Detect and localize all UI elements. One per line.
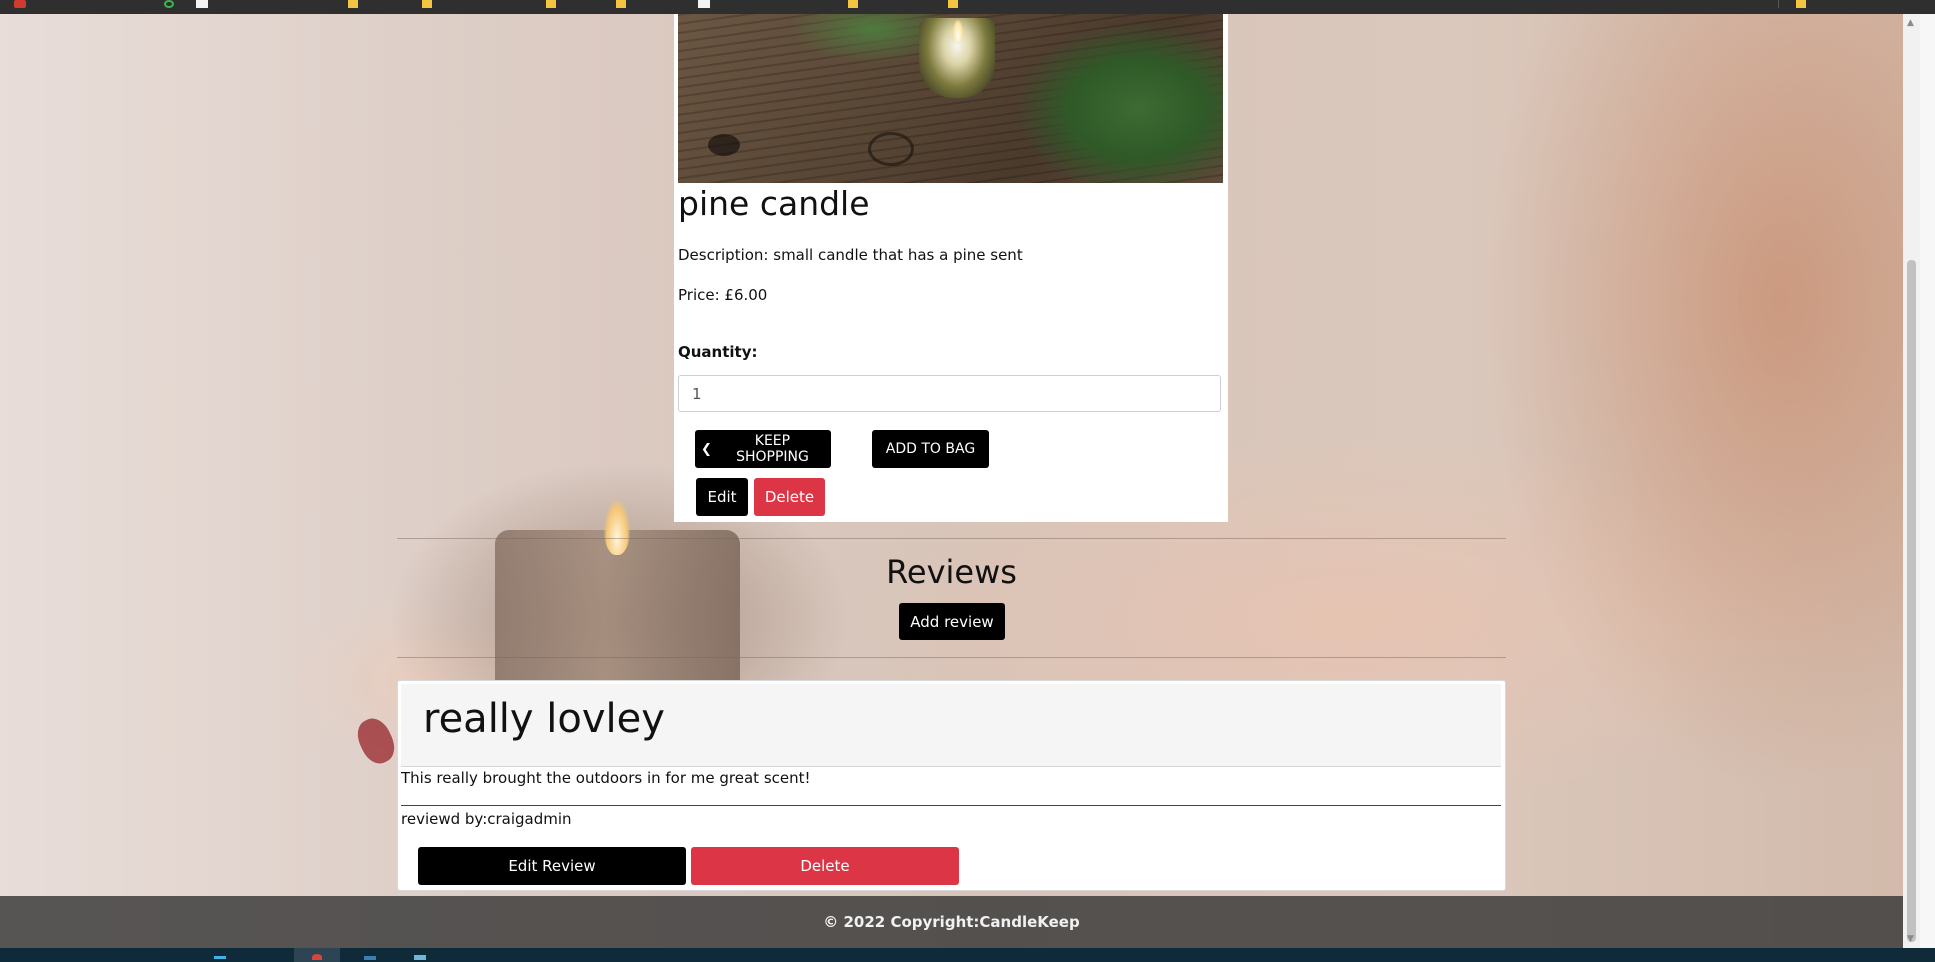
scroll-down-arrow-icon[interactable]: ▼: [1907, 934, 1914, 944]
footer: © 2022 Copyright:CandleKeep: [0, 896, 1903, 948]
taskbar-app-icon[interactable]: [214, 956, 226, 959]
review-title: really lovley: [423, 696, 665, 742]
edit-review-button[interactable]: Edit Review: [418, 847, 686, 885]
chevron-left-icon: ❮: [701, 441, 712, 457]
bookmark-folder-icon[interactable]: [546, 0, 556, 8]
bookmark-folder-icon[interactable]: [422, 0, 432, 8]
bookmark-folder-icon[interactable]: [948, 0, 958, 8]
add-to-bag-button[interactable]: ADD TO BAG: [872, 430, 989, 468]
delete-product-button[interactable]: Delete: [754, 478, 825, 516]
wood-knot: [868, 132, 914, 166]
quantity-label: Quantity:: [678, 343, 758, 361]
scroll-up-arrow-icon[interactable]: ▲: [1907, 18, 1914, 28]
bookmark-folder-icon[interactable]: [348, 0, 358, 8]
product-description: Description: small candle that has a pin…: [678, 246, 1023, 264]
quantity-input[interactable]: [678, 375, 1221, 412]
wood-knot: [708, 134, 740, 156]
page-scrollbar[interactable]: ▲ ▼: [1903, 14, 1920, 948]
review-header: really lovley: [401, 684, 1501, 767]
review-body: This really brought the outdoors in for …: [401, 769, 811, 787]
bookmark-page-icon[interactable]: [196, 0, 208, 8]
keep-shopping-button[interactable]: ❮ KEEP SHOPPING: [695, 430, 831, 468]
os-taskbar: [0, 948, 1935, 962]
footer-copyright: © 2022 Copyright:CandleKeep: [823, 913, 1080, 931]
scrollbar-thumb[interactable]: [1907, 260, 1916, 942]
pine-branch: [1018, 24, 1223, 183]
bookmark-page-icon[interactable]: [698, 0, 710, 8]
keep-shopping-label: KEEP SHOPPING: [736, 433, 809, 465]
taskbar-app-icon[interactable]: [414, 955, 426, 960]
bookmark-icon[interactable]: [14, 0, 26, 8]
delete-review-button[interactable]: Delete: [691, 847, 959, 885]
window-edge: [1920, 14, 1935, 948]
taskbar-app-icon[interactable]: [312, 954, 322, 960]
bookmark-divider: [1778, 0, 1779, 8]
product-price: Price: £6.00: [678, 286, 768, 304]
product-detail-card: pine candle Description: small candle th…: [674, 14, 1228, 522]
divider: [397, 657, 1506, 658]
browser-bookmarks-strip: [0, 0, 1935, 14]
edit-product-button[interactable]: Edit: [696, 478, 748, 516]
divider: [397, 538, 1506, 539]
product-name: pine candle: [678, 184, 870, 223]
bookmark-folder-icon[interactable]: [848, 0, 858, 8]
review-divider: [401, 805, 1501, 806]
review-card: really lovley This really brought the ou…: [397, 680, 1506, 891]
reviews-heading: Reviews: [886, 553, 1017, 591]
bookmark-icon[interactable]: [164, 0, 174, 8]
bookmark-folder-icon[interactable]: [616, 0, 626, 8]
product-image: [678, 14, 1223, 183]
candle-flame: [953, 20, 963, 42]
taskbar-app-icon[interactable]: [364, 956, 376, 960]
review-author: reviewd by:craigadmin: [401, 810, 572, 828]
add-review-button[interactable]: Add review: [899, 603, 1005, 640]
bookmark-folder-icon[interactable]: [1796, 0, 1806, 8]
